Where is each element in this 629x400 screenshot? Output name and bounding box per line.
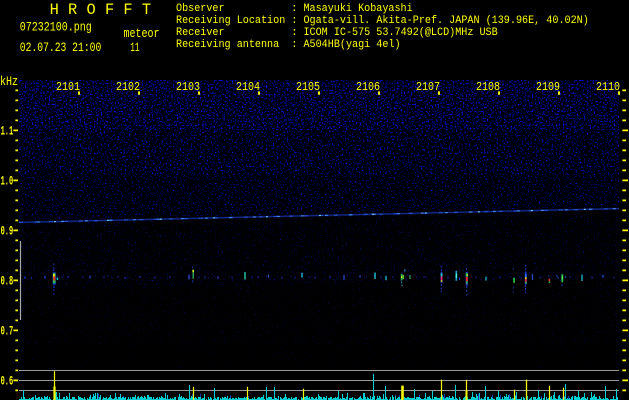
svg-text:2106: 2106 — [356, 80, 380, 94]
svg-text:0.8: 0.8 — [1, 273, 14, 288]
svg-text:kHz: kHz — [0, 75, 18, 89]
svg-text:2103: 2103 — [176, 80, 200, 94]
svg-text:Receiving Location : Ogata-vil: Receiving Location : Ogata-vill. Akita-P… — [176, 15, 589, 27]
svg-text:H R O F F T: H R O F F T — [50, 1, 152, 19]
svg-text:0.9: 0.9 — [1, 223, 14, 238]
svg-text:0.6: 0.6 — [1, 373, 14, 388]
svg-text:2105: 2105 — [296, 80, 320, 94]
svg-text:Receiver : ICOM IC-5: Receiver : ICOM IC-575 53.7492(@LCD)MHz … — [176, 27, 498, 39]
svg-text:2109: 2109 — [536, 80, 560, 94]
svg-text:2108: 2108 — [476, 80, 500, 94]
svg-text:0.7: 0.7 — [1, 323, 14, 338]
svg-text:02.07.23 21:00: 02.07.23 21:00 — [20, 41, 102, 55]
svg-text:2101: 2101 — [56, 80, 80, 94]
svg-text:11: 11 — [130, 41, 139, 55]
svg-text:2110: 2110 — [596, 80, 620, 94]
svg-text:2104: 2104 — [236, 80, 260, 94]
svg-text:meteor: meteor — [124, 27, 160, 41]
svg-text:Observer : Masayuki: Observer : Masayuki Kobayashi — [176, 3, 413, 15]
svg-text:1.1: 1.1 — [1, 123, 14, 138]
svg-text:2102: 2102 — [116, 80, 140, 94]
svg-text:Receiving antenna : A504HB(ya: Receiving antenna : A504HB(yagi 4el) — [176, 39, 401, 51]
svg-text:1.0: 1.0 — [1, 173, 14, 188]
svg-text:2107: 2107 — [416, 80, 440, 94]
svg-text:07232100.png: 07232100.png — [20, 21, 92, 35]
